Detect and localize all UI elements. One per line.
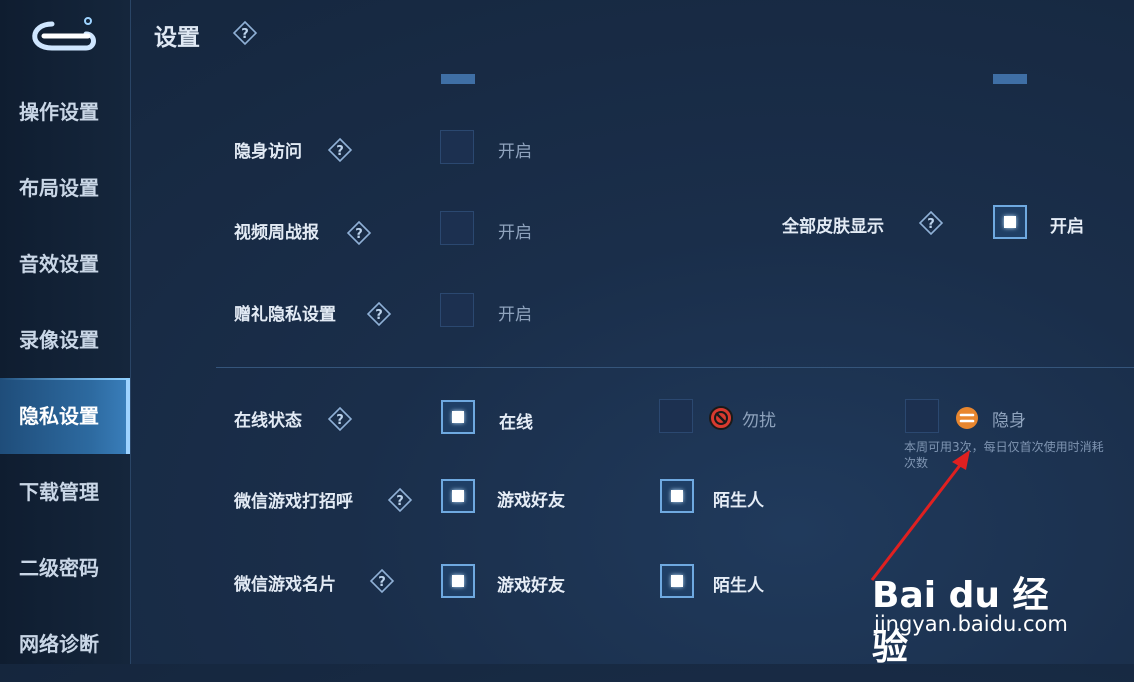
wechat-greet-friends-option: 游戏好友 — [497, 491, 565, 511]
section-divider — [216, 367, 1134, 368]
hidden-visit-label: 隐身访问 — [234, 142, 302, 162]
online-option: 在线 — [499, 413, 533, 433]
wechat-greet-strangers-option: 陌生人 — [713, 491, 764, 511]
invisible-option: 隐身 — [992, 411, 1026, 431]
svg-text:?: ? — [241, 27, 249, 42]
wechat-card-friends-option: 游戏好友 — [497, 576, 565, 596]
gift-privacy-label: 赠礼隐私设置 — [234, 305, 336, 325]
video-weekly-label: 视频周战报 — [234, 223, 319, 243]
help-icon[interactable]: ? — [327, 137, 353, 163]
sidebar-item-download[interactable]: 下载管理 — [0, 454, 130, 530]
wechat-card-friends-checkbox[interactable] — [441, 564, 475, 598]
sidebar-item-sound[interactable]: 音效设置 — [0, 226, 130, 302]
online-radio[interactable] — [441, 400, 475, 434]
help-icon[interactable]: ? — [346, 220, 372, 246]
partial-checkbox-right[interactable] — [993, 74, 1027, 84]
wechat-greet-strangers-checkbox[interactable] — [660, 479, 694, 513]
wechat-greet-label: 微信游戏打招呼 — [234, 492, 353, 512]
wechat-card-strangers-option: 陌生人 — [713, 576, 764, 596]
svg-text:?: ? — [375, 308, 383, 323]
back-arrow-icon[interactable] — [22, 14, 100, 58]
help-icon[interactable]: ? — [918, 210, 944, 236]
svg-text:?: ? — [396, 494, 404, 509]
all-skins-checkbox[interactable] — [993, 205, 1027, 239]
svg-text:?: ? — [336, 144, 344, 159]
video-weekly-checkbox[interactable] — [440, 211, 474, 245]
svg-text:?: ? — [378, 575, 386, 590]
help-icon[interactable]: ? — [366, 301, 392, 327]
do-not-disturb-icon — [708, 405, 734, 431]
invisible-status-icon — [954, 405, 980, 431]
dnd-option: 勿扰 — [742, 411, 776, 431]
all-skins-label: 全部皮肤显示 — [782, 217, 884, 237]
svg-text:?: ? — [927, 217, 935, 232]
svg-text:?: ? — [355, 227, 363, 242]
baidu-watermark: Bai du 经验 jingyan.baidu.com — [870, 540, 1080, 668]
svg-text:?: ? — [336, 413, 344, 428]
hidden-visit-checkbox[interactable] — [440, 130, 474, 164]
sidebar-item-privacy[interactable]: 隐私设置 — [0, 378, 130, 454]
partial-checkbox[interactable] — [441, 74, 475, 84]
help-icon[interactable]: ? — [327, 406, 353, 432]
video-weekly-option: 开启 — [498, 223, 532, 243]
all-skins-option: 开启 — [1050, 217, 1084, 237]
watermark-url: jingyan.baidu.com — [874, 612, 1068, 636]
wechat-card-label: 微信游戏名片 — [234, 575, 336, 595]
page-title: 设置 — [154, 25, 200, 51]
sidebar-item-layout[interactable]: 布局设置 — [0, 150, 130, 226]
dnd-radio[interactable] — [659, 399, 693, 433]
help-icon[interactable]: ? — [369, 568, 395, 594]
help-icon[interactable]: ? — [232, 20, 258, 46]
gift-privacy-option: 开启 — [498, 305, 532, 325]
wechat-greet-friends-checkbox[interactable] — [441, 479, 475, 513]
help-icon[interactable]: ? — [387, 487, 413, 513]
sidebar-item-secondary-password[interactable]: 二级密码 — [0, 530, 130, 606]
gift-privacy-checkbox[interactable] — [440, 293, 474, 327]
sidebar-item-network-diagnosis[interactable]: 网络诊断 — [0, 606, 130, 682]
invisible-radio[interactable] — [905, 399, 939, 433]
wechat-card-strangers-checkbox[interactable] — [660, 564, 694, 598]
hidden-visit-option: 开启 — [498, 142, 532, 162]
online-status-label: 在线状态 — [234, 411, 302, 431]
sidebar-item-replay[interactable]: 录像设置 — [0, 302, 130, 378]
sidebar: 操作设置 布局设置 音效设置 录像设置 隐私设置 下载管理 二级密码 网络诊断 — [0, 0, 131, 664]
sidebar-item-operation[interactable]: 操作设置 — [0, 74, 130, 150]
